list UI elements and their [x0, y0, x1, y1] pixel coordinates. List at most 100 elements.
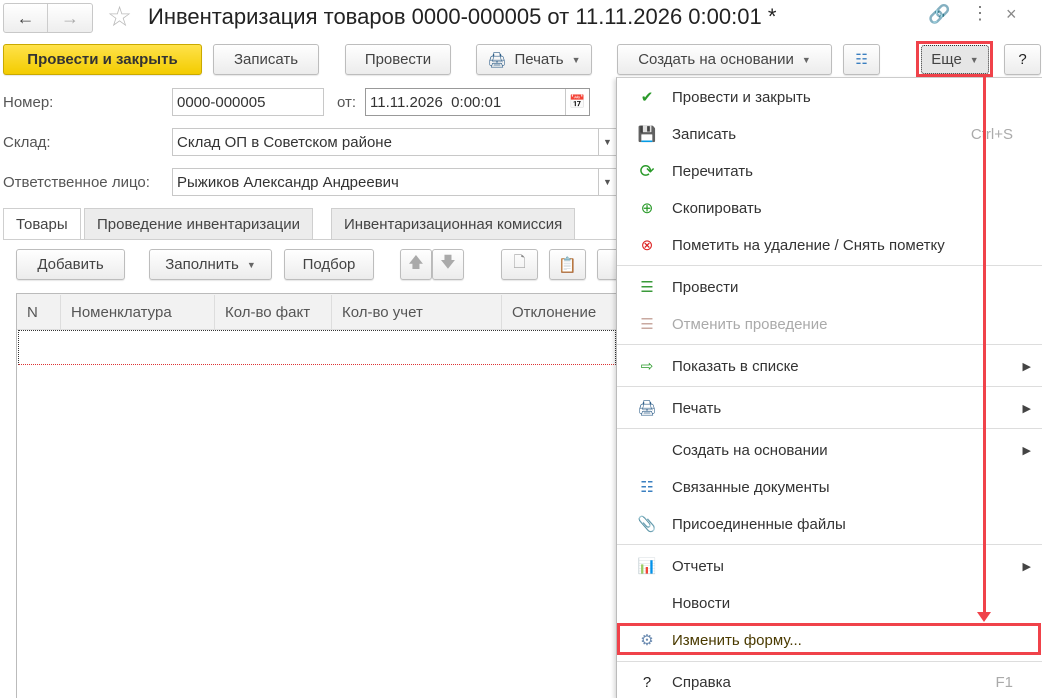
responsible-person-field[interactable]: Рыжиков Александр Андреевич ▼: [172, 168, 617, 196]
list-icon: ⇨: [640, 358, 654, 375]
menu-item-reread[interactable]: ⟳ Перечитать: [617, 156, 1042, 186]
tab-label: Товары: [16, 215, 68, 233]
tab-label: Проведение инвентаризации: [97, 215, 300, 233]
column-nomenclature[interactable]: Номенклатура: [61, 295, 215, 329]
create-based-on-button[interactable]: Создать на основании ▼: [617, 44, 832, 75]
number-field[interactable]: 0000-000005: [172, 88, 324, 116]
delete-mark-icon: ⊗: [640, 237, 654, 254]
favorite-star-icon[interactable]: ☆: [107, 0, 132, 33]
menu-item-label: Отменить проведение: [672, 315, 828, 333]
print-button[interactable]: 🖨 Печать ▼: [476, 44, 592, 75]
tab-inventory-commission[interactable]: Инвентаризационная комиссия: [331, 208, 576, 240]
menu-item-mark-delete[interactable]: ⊗ Пометить на удаление / Снять пометку: [617, 230, 1042, 260]
menu-item-label: Пометить на удаление / Снять пометку: [672, 236, 945, 254]
menu-separator: [617, 544, 1042, 545]
back-arrow-icon[interactable]: ←: [4, 4, 49, 32]
menu-item-show-in-list[interactable]: ⇨ Показать в списке ▶: [617, 351, 1042, 381]
shortcut-label: F1: [995, 673, 1013, 691]
menu-item-attached-files[interactable]: 📎 Присоединенные файлы: [617, 509, 1042, 539]
submenu-arrow-icon: ▶: [1022, 560, 1031, 573]
link-icon[interactable]: 🔗: [928, 4, 950, 25]
menu-separator: [617, 265, 1042, 266]
menu-item-label: Провести и закрыть: [672, 88, 811, 106]
tab-goods[interactable]: Товары: [3, 208, 81, 240]
print-label: Печать: [514, 51, 564, 68]
submenu-arrow-icon: ▶: [1022, 402, 1031, 415]
dropdown-icon[interactable]: ▼: [598, 169, 616, 195]
structure-icon: ☷: [855, 51, 868, 67]
menu-item-label: Создать на основании: [672, 441, 828, 459]
menu-item-create-based-on[interactable]: Создать на основании ▶: [617, 435, 1042, 465]
menu-item-label: Скопировать: [672, 199, 762, 217]
warehouse-field[interactable]: Склад ОП в Советском районе ▼: [172, 128, 617, 156]
save-button[interactable]: Записать: [213, 44, 319, 75]
save-label: Записать: [233, 51, 299, 68]
menu-item-help[interactable]: ? Справка F1: [617, 667, 1042, 697]
menu-item-save[interactable]: 💾 Записать Ctrl+S: [617, 119, 1042, 149]
menu-item-related-docs[interactable]: ☷ Связанные документы: [617, 472, 1042, 502]
post-and-close-label: Провести и закрыть: [27, 51, 178, 68]
menu-item-copy[interactable]: ⊕ Скопировать: [617, 193, 1042, 223]
selection-button[interactable]: Подбор: [284, 249, 374, 280]
arrow-down-icon: 🡇: [440, 254, 456, 271]
post-and-close-button[interactable]: Провести и закрыть: [3, 44, 202, 75]
menu-item-post[interactable]: ☰ Провести: [617, 272, 1042, 302]
menu-item-label: Записать: [672, 125, 737, 143]
column-qty-actual[interactable]: Кол-во факт: [215, 295, 332, 329]
menu-item-label: Показать в списке: [672, 357, 799, 375]
printer-icon: 🖨: [487, 51, 507, 69]
close-icon[interactable]: ×: [1006, 4, 1017, 25]
paste-button[interactable]: 📋: [549, 249, 586, 280]
chevron-down-icon: ▼: [571, 54, 581, 65]
structure-button[interactable]: ☷: [843, 44, 880, 75]
more-menu: ✔ Провести и закрыть 💾 Записать Ctrl+S ⟳ Пер…: [616, 77, 1042, 698]
menu-item-label: Новости: [672, 594, 731, 612]
menu-item-label: Перечитать: [672, 162, 753, 180]
arrow-up-icon: 🡅: [408, 254, 424, 271]
more-vertical-icon[interactable]: ⋮: [971, 3, 989, 24]
paperclip-icon: 📎: [637, 516, 657, 533]
column-n[interactable]: N: [17, 295, 61, 329]
shortcut-label: Ctrl+S: [970, 125, 1013, 143]
reload-icon: ⟳: [639, 160, 655, 181]
date-field[interactable]: 11.11.2026 0:00:01 📅: [365, 88, 590, 116]
chevron-down-icon: ▼: [246, 259, 256, 270]
nav-buttons: ← →: [3, 3, 93, 33]
copy-row-button[interactable]: 🗋: [501, 249, 538, 280]
forward-arrow-icon[interactable]: →: [48, 4, 92, 32]
date-value: 11.11.2026 0:00:01: [370, 93, 502, 111]
menu-item-reports[interactable]: 📊 Отчеты ▶: [617, 551, 1042, 581]
post-button[interactable]: Провести: [345, 44, 451, 75]
date-label: от:: [337, 94, 357, 111]
copy-icon: 🗋: [513, 254, 526, 271]
menu-item-print[interactable]: 🖨 Печать ▶: [617, 393, 1042, 423]
menu-item-post-close[interactable]: ✔ Провести и закрыть: [617, 82, 1042, 112]
move-up-button[interactable]: 🡅: [400, 249, 432, 280]
dropdown-icon[interactable]: ▼: [598, 129, 616, 155]
move-down-button[interactable]: 🡇: [432, 249, 464, 280]
column-deviation[interactable]: Отклонение: [502, 295, 622, 329]
help-button[interactable]: ?: [1004, 44, 1041, 75]
reports-icon: 📊: [637, 558, 657, 575]
calendar-icon[interactable]: 📅: [565, 89, 589, 115]
save-icon: 💾: [637, 126, 657, 143]
chevron-down-icon: ▼: [801, 54, 811, 65]
fill-button[interactable]: Заполнить ▼: [149, 249, 272, 280]
menu-item-label: Отчеты: [672, 557, 724, 575]
table-row[interactable]: [18, 330, 616, 365]
page-title: Инвентаризация товаров 0000-000005 от 11…: [148, 4, 777, 29]
tab-inventory-posting[interactable]: Проведение инвентаризации: [84, 208, 313, 240]
column-qty-accounting[interactable]: Кол-во учет: [332, 295, 502, 329]
menu-item-label: Связанные документы: [672, 478, 830, 496]
menu-item-label: Печать: [672, 399, 722, 417]
change-form-highlight-box: [617, 623, 1041, 655]
fill-label: Заполнить: [165, 256, 239, 273]
help-icon: ?: [642, 673, 652, 691]
menu-item-label: Справка: [672, 673, 731, 691]
add-button[interactable]: Добавить: [16, 249, 125, 280]
number-value: 0000-000005: [177, 93, 266, 111]
annotation-arrow-line: [983, 77, 986, 617]
copy-icon: ⊕: [640, 200, 654, 217]
annotation-arrow-head-icon: [977, 612, 991, 622]
print-icon: 🖨: [637, 400, 657, 417]
